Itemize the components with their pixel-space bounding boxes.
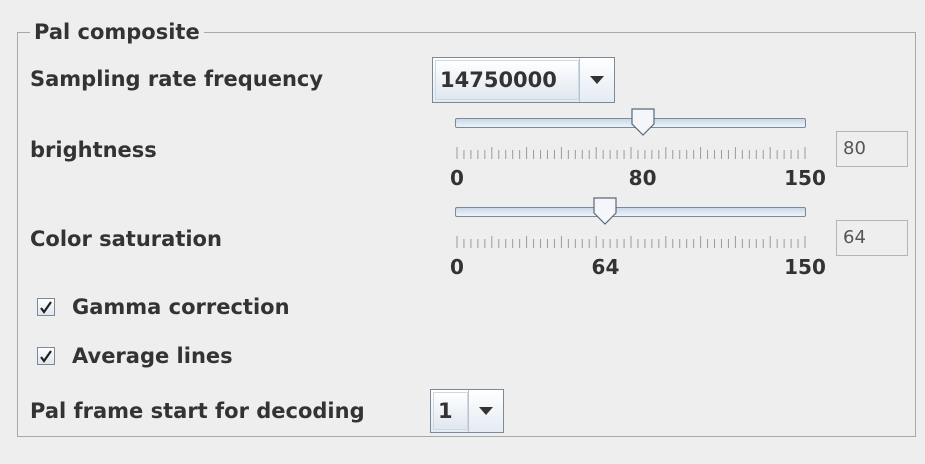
brightness-value-field[interactable]: 80 xyxy=(836,131,908,167)
gamma-correction-label[interactable]: Gamma correction xyxy=(72,295,290,319)
saturation-label: Color saturation xyxy=(30,227,222,251)
sampling-rate-label: Sampling rate frequency xyxy=(30,67,324,91)
saturation-max-label: 150 xyxy=(784,255,826,279)
saturation-slider-thumb[interactable] xyxy=(593,197,618,225)
saturation-min-label: 0 xyxy=(450,255,464,279)
brightness-slider-thumb[interactable] xyxy=(630,108,655,136)
saturation-tick-marks xyxy=(456,236,806,248)
group-title: Pal composite xyxy=(30,20,204,44)
check-icon xyxy=(40,301,52,314)
saturation-mid-label: 64 xyxy=(591,255,620,279)
sampling-rate-dropdown[interactable]: 14750000 xyxy=(432,57,615,103)
brightness-mid-label: 80 xyxy=(628,166,657,190)
frame-start-label: Pal frame start for decoding xyxy=(30,399,365,423)
frame-start-dropdown[interactable]: 1 xyxy=(430,389,504,433)
average-lines-checkbox[interactable] xyxy=(37,347,55,365)
brightness-min-label: 0 xyxy=(450,166,464,190)
saturation-slider-track[interactable] xyxy=(455,207,806,217)
check-icon xyxy=(40,350,52,363)
saturation-value-field[interactable]: 64 xyxy=(836,220,908,256)
chevron-down-icon[interactable] xyxy=(579,58,614,102)
average-lines-label[interactable]: Average lines xyxy=(72,344,233,368)
brightness-label: brightness xyxy=(30,138,157,162)
gamma-correction-checkbox[interactable] xyxy=(37,298,55,316)
sampling-rate-value: 14750000 xyxy=(435,60,579,100)
brightness-tick-marks xyxy=(456,147,806,159)
brightness-max-label: 150 xyxy=(784,166,826,190)
chevron-down-icon[interactable] xyxy=(468,390,503,432)
frame-start-value: 1 xyxy=(433,392,468,430)
